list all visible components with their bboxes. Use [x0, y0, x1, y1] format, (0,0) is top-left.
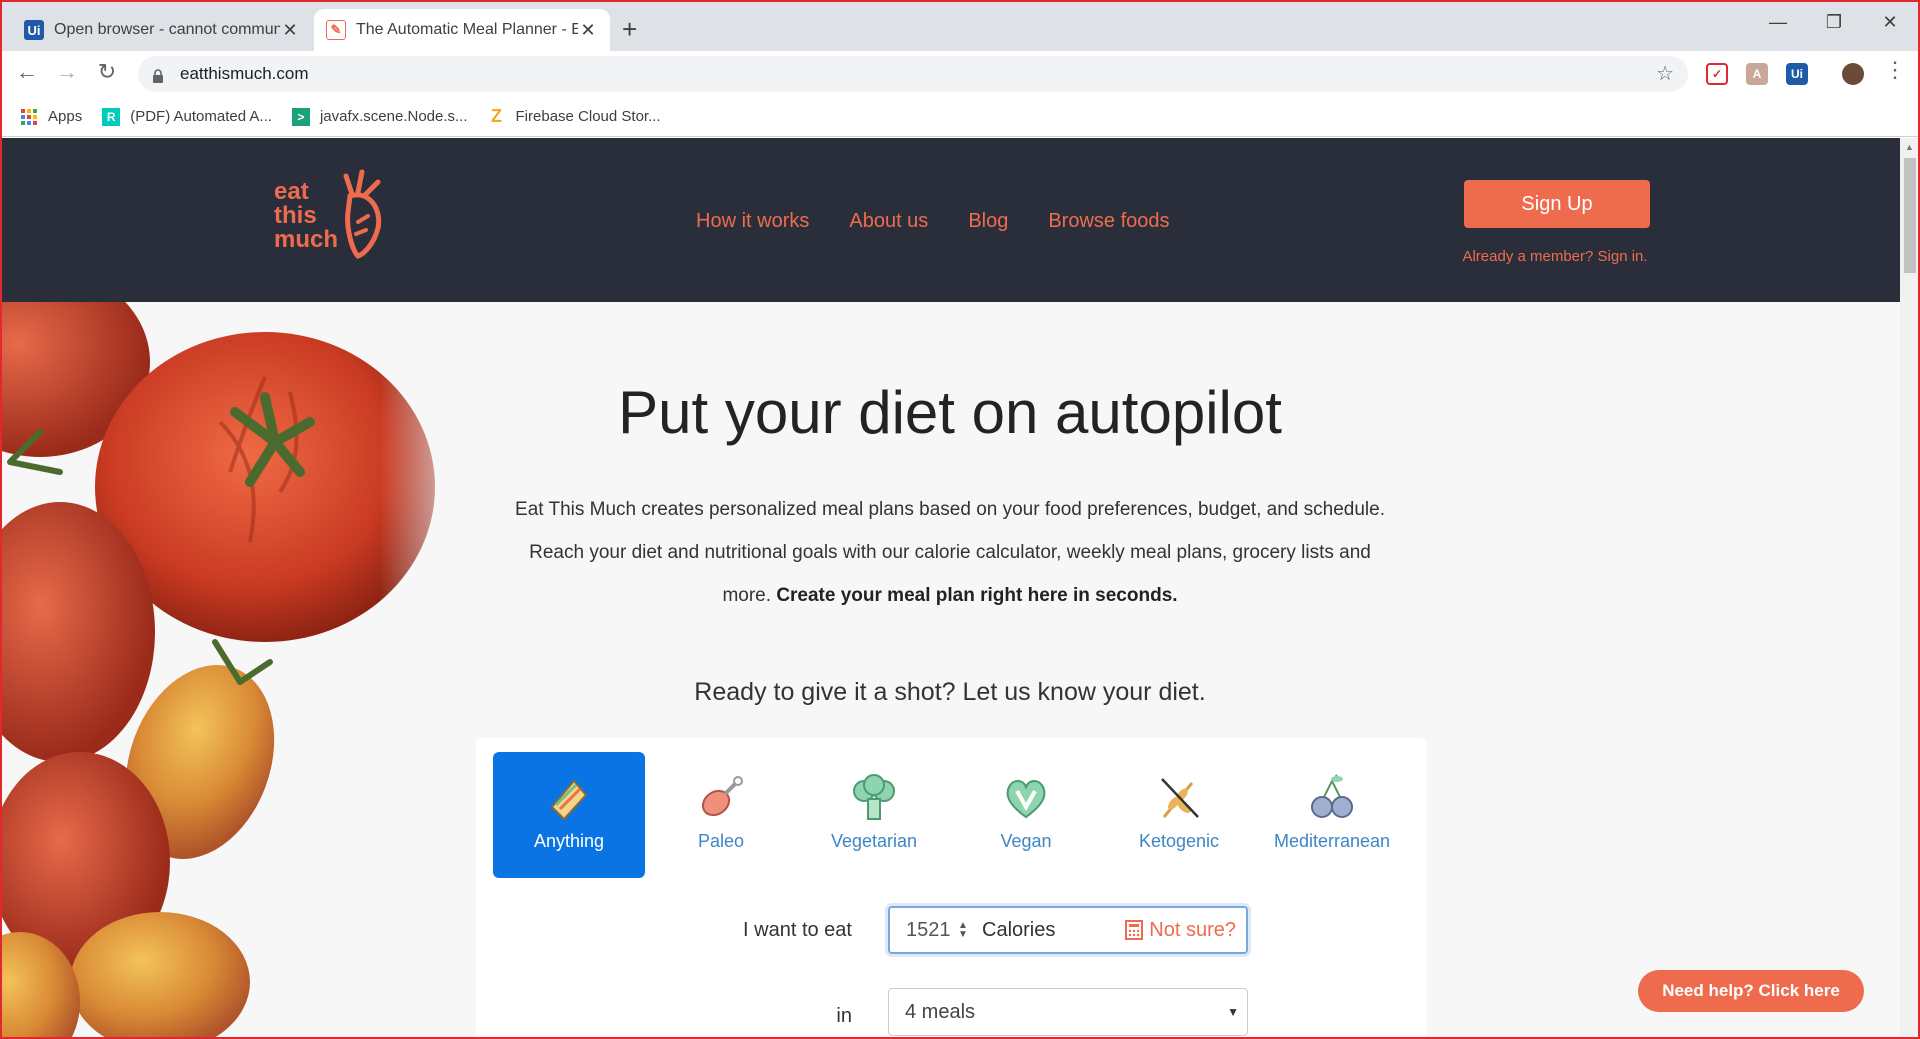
- diet-ketogenic[interactable]: Ketogenic: [1103, 752, 1255, 878]
- terminal-icon: >: [291, 107, 310, 126]
- back-icon[interactable]: ←: [12, 59, 42, 85]
- lock-icon: [152, 68, 164, 83]
- diet-paleo[interactable]: Paleo: [645, 752, 797, 878]
- close-tab-icon[interactable]: ✕: [578, 20, 598, 41]
- carrot-icon: [343, 169, 382, 259]
- browser-toolbar: ← → ↻ eatthismuch.com ☆ ✓ A Ui ⋮: [0, 51, 1920, 97]
- restore-icon[interactable]: ❐: [1814, 12, 1854, 33]
- calories-stepper[interactable]: ▲ ▼: [956, 921, 970, 940]
- need-help-button[interactable]: Need help? Click here: [1638, 970, 1864, 1012]
- tab-strip: Ui Open browser - cannot communi ✕ ✎ The…: [0, 0, 1920, 51]
- bookmark-javafx[interactable]: > javafx.scene.Node.s...: [291, 107, 468, 126]
- zeta-icon: Z: [491, 106, 503, 126]
- site-header: eat this much How it works About us Blog…: [0, 138, 1900, 302]
- calories-input[interactable]: 1521 ▲ ▼ Calories Not sure?: [888, 906, 1248, 954]
- calculator-icon: [1125, 920, 1144, 940]
- broccoli-icon: [853, 774, 895, 820]
- reload-icon[interactable]: ↻: [92, 59, 122, 85]
- sign-up-button[interactable]: Sign Up: [1464, 180, 1650, 228]
- apps-grid-icon: [20, 108, 38, 126]
- meals-value: 4 meals: [905, 1000, 976, 1023]
- uipath-icon: Ui: [24, 20, 44, 40]
- tab-open-browser[interactable]: Ui Open browser - cannot communi ✕: [12, 9, 312, 51]
- nav-how-it-works[interactable]: How it works: [696, 210, 809, 233]
- new-tab-button[interactable]: +: [622, 14, 637, 44]
- profile-avatar[interactable]: [1842, 63, 1864, 85]
- forward-icon[interactable]: →: [52, 59, 82, 85]
- in-label: in: [836, 1005, 852, 1027]
- diet-label: Anything: [533, 831, 605, 851]
- sandwich-icon: [550, 779, 588, 821]
- pocket-extension-icon[interactable]: ✓: [1706, 63, 1728, 85]
- uipath-extension-icon[interactable]: Ui: [1786, 63, 1808, 85]
- bookmark-label: javafx.scene.Node.s...: [319, 108, 468, 125]
- bookmark-researchgate[interactable]: R (PDF) Automated A...: [102, 107, 272, 126]
- bookmarks-bar: Apps R (PDF) Automated A... > javafx.sce…: [0, 97, 1920, 137]
- meals-select[interactable]: 4 meals ▼: [888, 988, 1248, 1036]
- bookmark-firebase[interactable]: Z Firebase Cloud Stor...: [488, 106, 661, 126]
- page-scrollbar[interactable]: ▲: [1900, 138, 1920, 1039]
- hero-title: Put your diet on autopilot: [618, 379, 1282, 446]
- tab-meal-planner[interactable]: ✎ The Automatic Meal Planner - Ea ✕: [314, 9, 610, 51]
- diet-label: Vegan: [1000, 831, 1052, 851]
- diet-mediterranean[interactable]: Mediterranean: [1256, 752, 1408, 878]
- close-tab-icon[interactable]: ✕: [280, 20, 300, 41]
- diet-label: Mediterranean: [1273, 831, 1391, 851]
- diet-vegetarian[interactable]: Vegetarian: [798, 752, 950, 878]
- nav-browse-foods[interactable]: Browse foods: [1048, 210, 1169, 233]
- address-bar[interactable]: eatthismuch.com ☆: [138, 56, 1688, 92]
- calories-value[interactable]: 1521: [906, 919, 956, 942]
- olives-icon: [1311, 774, 1353, 818]
- minimize-icon[interactable]: —: [1758, 12, 1798, 33]
- scroll-up-icon[interactable]: ▲: [1905, 142, 1914, 152]
- researchgate-icon: R: [102, 107, 121, 126]
- vegan-heart-icon: [1006, 780, 1046, 819]
- diet-label: Paleo: [697, 831, 745, 851]
- diet-label: Ketogenic: [1138, 831, 1220, 851]
- diet-prompt: Ready to give it a shot? Let us know you…: [694, 678, 1206, 706]
- eat-label: I want to eat: [743, 919, 852, 941]
- eatthismuch-icon: ✎: [326, 20, 346, 40]
- url-text: eatthismuch.com: [180, 64, 309, 83]
- nav-blog[interactable]: Blog: [968, 210, 1008, 233]
- bookmark-star-icon[interactable]: ☆: [1656, 61, 1674, 86]
- sign-in-link[interactable]: Already a member? Sign in.: [1430, 248, 1680, 265]
- bookmark-label: Apps: [48, 108, 83, 125]
- pdf-extension-icon[interactable]: A: [1746, 63, 1768, 85]
- bookmark-label: (PDF) Automated A...: [130, 108, 272, 125]
- nav-about-us[interactable]: About us: [849, 210, 928, 233]
- menu-kebab-icon[interactable]: ⋮: [1880, 57, 1910, 83]
- close-window-icon[interactable]: ✕: [1870, 12, 1910, 33]
- not-sure-link[interactable]: Not sure?: [1125, 919, 1236, 942]
- diet-vegan[interactable]: Vegan: [950, 752, 1102, 878]
- eat-this-much-logo[interactable]: eat this much: [274, 166, 394, 266]
- tab-title: Open browser - cannot communi: [54, 21, 280, 38]
- bookmark-apps[interactable]: Apps: [20, 108, 82, 126]
- main-nav: How it works About us Blog Browse foods: [696, 210, 1170, 233]
- scrollbar-thumb[interactable]: [1904, 158, 1916, 273]
- dropdown-arrow-icon: ▼: [1227, 1005, 1239, 1019]
- hero-cta-text: Create your meal plan right here in seco…: [776, 585, 1178, 606]
- tab-title: The Automatic Meal Planner - Ea: [356, 21, 578, 38]
- diet-label: Vegetarian: [830, 831, 918, 851]
- diet-anything[interactable]: Anything: [493, 752, 645, 878]
- website-viewport: eat this much How it works About us Blog…: [0, 138, 1900, 1039]
- bookmark-label: Firebase Cloud Stor...: [515, 108, 661, 125]
- hero-description: Eat This Much creates personalized meal …: [515, 499, 1385, 606]
- calories-unit: Calories: [982, 918, 1056, 941]
- drumstick-icon: [701, 776, 743, 817]
- wheat-crossed-icon: [1161, 778, 1199, 818]
